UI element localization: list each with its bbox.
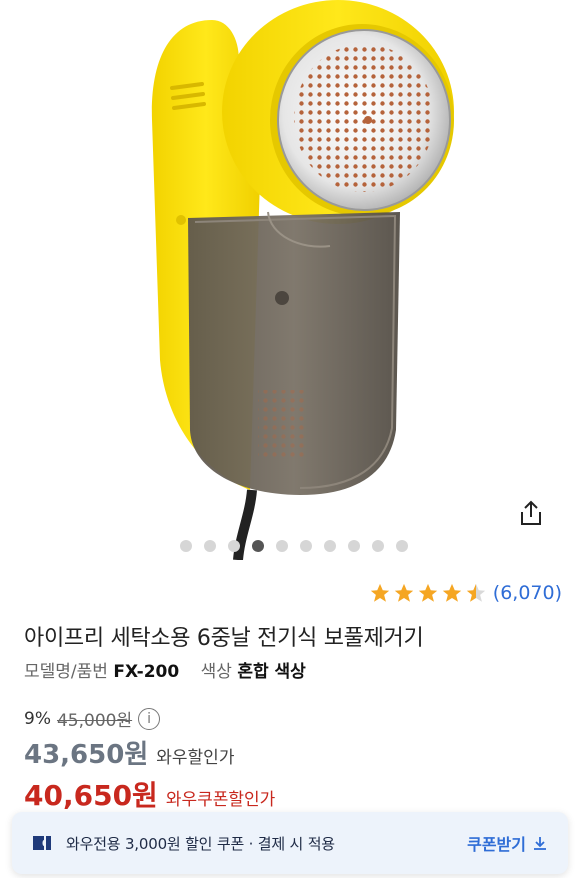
gallery-dots[interactable]	[0, 540, 580, 552]
original-price: 45,000원	[56, 711, 133, 731]
product-title: 아이프리 세탁소용 6중날 전기식 보풀제거기	[24, 626, 424, 651]
star-half-icon	[466, 583, 485, 602]
model-value: FX-200	[113, 662, 180, 682]
star-icon	[442, 583, 461, 602]
discount-rate: 9%	[24, 708, 51, 729]
coupon-price: 40,650원	[24, 779, 158, 812]
coupon-bar[interactable]: 와우전용 3,000원 할인 쿠폰 · 결제 시 적용 쿠폰받기	[12, 812, 568, 874]
share-icon	[521, 500, 541, 525]
star-icon	[394, 583, 413, 602]
wow-price-row: 43,650원 와우할인가	[24, 734, 234, 771]
gallery-dot[interactable]	[204, 540, 216, 552]
coupon-text: 와우전용 3,000원 할인 쿠폰 · 결제 시 적용	[66, 834, 335, 853]
coupon-price-label: 와우쿠폰할인가	[165, 790, 276, 810]
share-button[interactable]	[514, 496, 548, 530]
gallery-dot[interactable]	[276, 540, 288, 552]
gallery-dot[interactable]	[396, 540, 408, 552]
coupon-price-row: 40,650원 와우쿠폰할인가	[24, 774, 275, 814]
color-value: 혼합 색상	[237, 662, 306, 682]
discount-row: 9% 45,000원 i	[24, 706, 161, 731]
info-icon[interactable]: i	[138, 707, 161, 730]
gallery-dot[interactable]	[348, 540, 360, 552]
product-image[interactable]	[0, 0, 580, 560]
color-label: 색상	[200, 662, 232, 682]
wow-price: 43,650원	[24, 740, 149, 770]
gallery-dot[interactable]	[324, 540, 336, 552]
model-label: 모델명/품번	[24, 662, 108, 682]
gallery-dot[interactable]	[300, 540, 312, 552]
download-coupon-button[interactable]: 쿠폰받기	[467, 831, 548, 855]
gallery-dot[interactable]	[228, 540, 240, 552]
download-coupon-label: 쿠폰받기	[467, 835, 526, 854]
gallery-dot[interactable]	[372, 540, 384, 552]
rating[interactable]: (6,070)	[369, 582, 562, 604]
download-icon	[534, 837, 546, 850]
gallery-dot[interactable]	[180, 540, 192, 552]
star-icon	[418, 583, 437, 602]
wow-price-label: 와우할인가	[156, 748, 235, 768]
coupon-icon	[33, 836, 51, 850]
review-count-link[interactable]: (6,070)	[493, 582, 562, 604]
product-meta: 모델명/품번 FX-200 색상 혼합 색상	[24, 657, 322, 682]
lint-remover-illustration	[151, 0, 454, 560]
star-icon	[370, 583, 389, 602]
star-rating	[369, 582, 487, 604]
gallery-dot[interactable]	[252, 540, 264, 552]
